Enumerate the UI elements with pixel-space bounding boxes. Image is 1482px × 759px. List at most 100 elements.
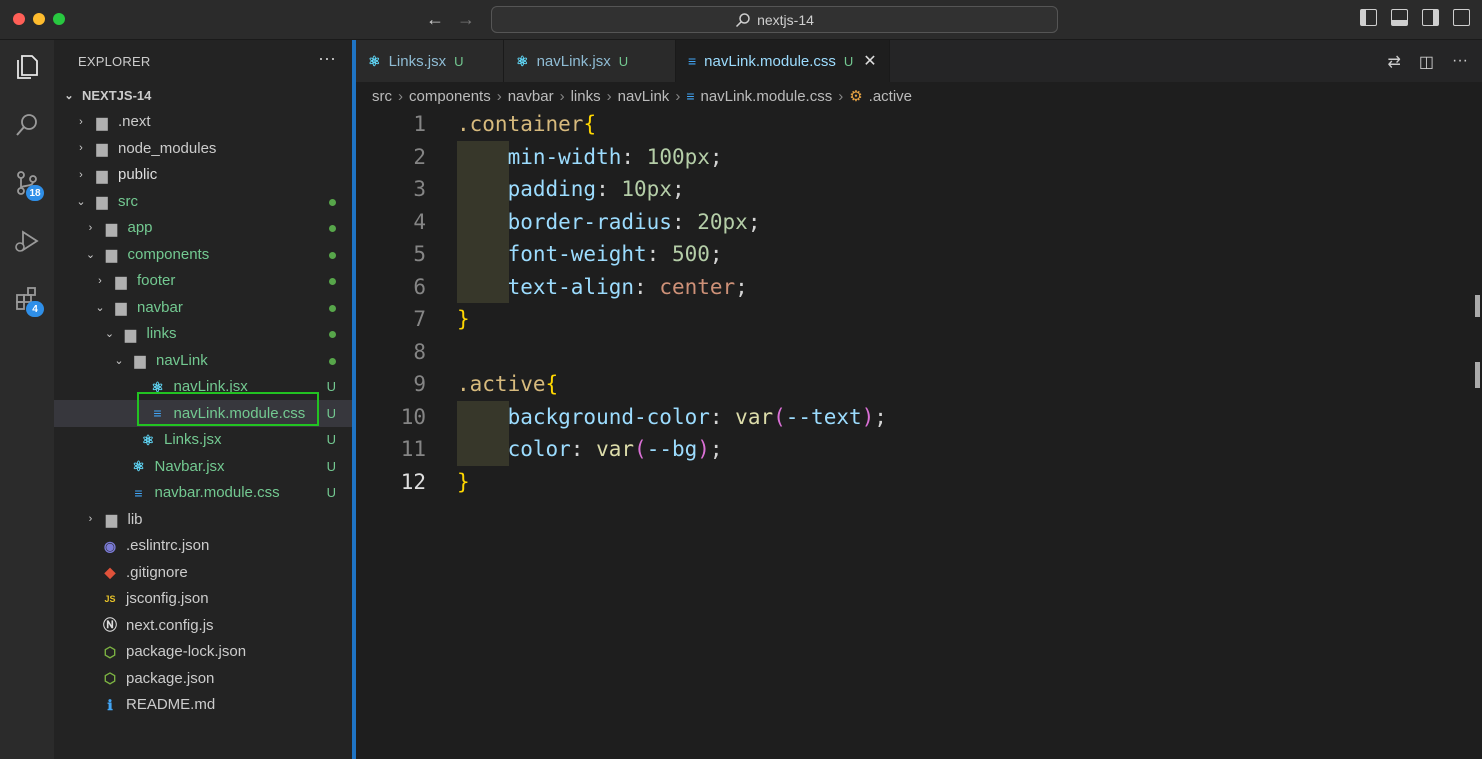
tree-file[interactable]: JS jsconfig.json [54,586,352,613]
command-center-search[interactable]: nextjs-14 [491,6,1058,33]
tree-item-label: links [146,325,177,343]
tree-file[interactable]: ⬡ package-lock.json [54,639,352,666]
css-icon: ≡ [153,405,162,422]
untracked-status: U [326,485,336,501]
code-line[interactable]: 4 border-radius: 20px; [356,205,1482,238]
breadcrumb-item[interactable]: navbar [508,88,554,105]
tree-folder[interactable]: ⌄ ▆ src [54,188,352,215]
code-token: ; [709,242,723,267]
code-token: .container [457,112,584,137]
extensions-activity[interactable]: 4 [0,274,54,324]
tree-folder[interactable]: ⌄ ▆ navbar [54,294,352,321]
tree-file[interactable]: ◉ .eslintrc.json [54,533,352,560]
toggle-panel-icon[interactable] [1391,9,1408,26]
code-line[interactable]: 6 text-align: center; [356,270,1482,303]
tree-folder[interactable]: ⌄ ▆ links [54,321,352,348]
open-changes-icon[interactable]: ⇄ [1387,52,1400,72]
close-window-button[interactable] [13,13,25,25]
tree-folder[interactable]: › ▆ node_modules [54,135,352,162]
tab-label: Links.jsx [388,52,447,70]
tab-status: U [843,53,854,69]
tree-item-label: next.config.js [126,616,214,634]
code-line[interactable]: 10 background-color: var(--text); [356,400,1482,433]
tree-file[interactable]: ⬡ package.json [54,665,352,692]
breadcrumb-item[interactable]: .active [869,88,912,105]
scrollbar-thumb[interactable] [1475,295,1480,317]
code-line[interactable]: 2 min-width: 100px; [356,140,1482,173]
tree-file[interactable]: ◆ .gitignore [54,559,352,586]
tree-folder[interactable]: › ▆ footer [54,268,352,295]
search-activity[interactable] [0,100,54,150]
tab-status: U [618,53,629,69]
breadcrumb-item[interactable]: navLink.module.css [700,88,832,105]
customize-layout-icon[interactable] [1453,9,1470,26]
tab-navlink-module-css[interactable]: ≡ navLink.module.css U ✕ [676,40,890,82]
line-number: 2 [413,144,426,169]
code-line[interactable]: 1 .container{ [356,108,1482,141]
breadcrumb-item[interactable]: links [571,88,601,105]
tree-file[interactable]: Ⓝnext.config.js [54,612,352,639]
back-arrow-icon[interactable]: ← [426,9,444,30]
more-actions-icon[interactable]: ··· [1452,52,1468,72]
code-line[interactable]: 7} [356,303,1482,336]
forward-arrow-icon[interactable]: → [457,9,475,30]
tree-file[interactable]: ⚛ Links.jsx U [54,427,352,454]
folder-icon: ▆ [115,272,127,289]
tree-folder[interactable]: › ▆ app [54,215,352,242]
tree-file[interactable]: ≡ navbar.module.css U [54,480,352,507]
workspace-root[interactable]: ⌄ NEXTJS-14 [54,82,352,109]
folder-icon: ▆ [106,511,117,528]
tree-file[interactable]: ⚛ navLink.jsx U [54,374,352,401]
code-token: ( [773,404,786,429]
code-line[interactable]: 9 .active{ [356,368,1482,401]
code-text: text-align: center; [457,275,748,299]
tab-label: navLink.module.css [704,52,836,70]
code-token: ; [709,437,723,462]
minimize-window-button[interactable] [33,13,45,25]
tree-folder[interactable]: ⌄ ▆ navLink [54,347,352,374]
toggle-secondary-sidebar-icon[interactable] [1422,9,1439,26]
tree-folder[interactable]: › ▆ lib [54,506,352,533]
code-line[interactable]: 3 padding: 10px; [356,173,1482,206]
code-token: { [583,112,597,137]
code-line[interactable]: 12} [356,466,1482,499]
tree-folder[interactable]: ⌄ ▆ components [54,241,352,268]
tree-item-label: .gitignore [126,563,188,581]
breadcrumb-item[interactable]: components [409,88,491,105]
workspace-root-label: NEXTJS-14 [82,87,152,103]
code-token: } [457,307,470,332]
tree-file[interactable]: ℹ README.md [54,692,352,719]
explorer-activity[interactable] [0,42,54,92]
code-line[interactable]: 11 color: var(--bg); [356,433,1482,466]
more-actions-icon[interactable]: ··· [318,48,336,69]
run-debug-icon [15,230,39,252]
breadcrumb-separator-icon: › [606,87,612,105]
info-icon: ℹ [107,696,113,713]
code-token: : [621,144,647,169]
js-icon: JS [104,593,116,604]
code-token: ) [861,404,875,429]
tree-folder[interactable]: › ▆ .next [54,109,352,136]
split-editor-icon[interactable]: ◫ [1419,52,1434,72]
breadcrumb-item[interactable]: navLink [618,88,670,105]
source-control-activity[interactable]: 18 [0,158,54,208]
breadcrumb-item[interactable]: src [372,88,392,105]
zoom-window-button[interactable] [53,13,65,25]
toggle-primary-sidebar-icon[interactable] [1360,9,1377,26]
code-line[interactable]: 8 [356,336,1482,369]
tab-navlink-jsx[interactable]: ⚛ navLink.jsx U [504,40,676,82]
close-tab-icon[interactable]: ✕ [863,51,876,71]
code-line[interactable]: 5 font-weight: 500; [356,238,1482,271]
tree-file[interactable]: ⚛ Navbar.jsx U [54,453,352,480]
run-debug-activity[interactable] [0,216,54,266]
folder-icon: ▆ [115,299,127,316]
code-editor[interactable]: 1 .container{2 min-width: 100px; 3 padding… [356,108,1482,498]
tree-folder[interactable]: › ▆ public [54,162,352,189]
tab-links-jsx[interactable]: ⚛ Links.jsx U [356,40,504,82]
code-token: : [709,404,736,429]
line-number: 10 [400,404,426,429]
tree-file[interactable]: ≡ navLink.module.css U [54,400,352,427]
modified-dot-icon [329,194,336,209]
